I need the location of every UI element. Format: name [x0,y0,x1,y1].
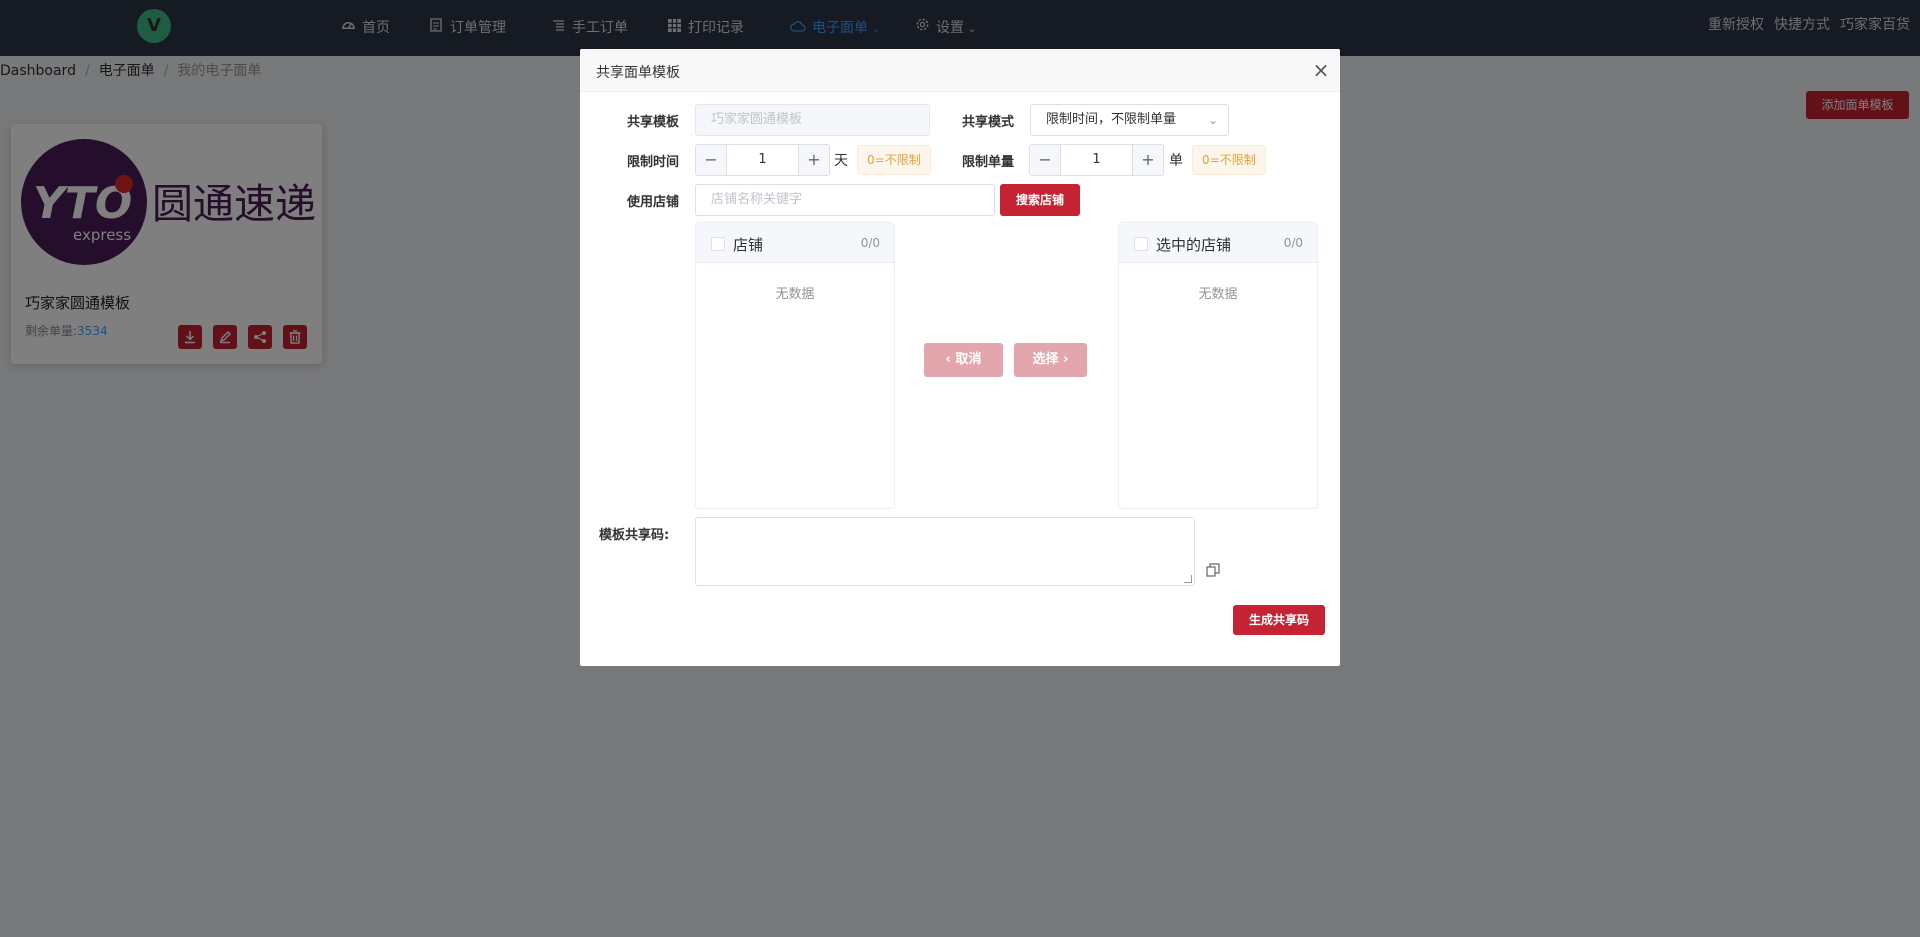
resize-handle[interactable] [1184,575,1192,583]
transfer-select-button[interactable]: 选择 › [1014,343,1087,377]
share-mode-label: 共享模式 [962,115,1015,130]
store-search-input[interactable]: 店铺名称关键字 [695,184,995,216]
selected-store-select-all[interactable] [1134,237,1148,251]
dialog-title: 共享面单模板 [596,65,680,81]
selected-store-panel: 选中的店铺 0/0 无数据 [1118,222,1318,509]
count-limit-unit: 单 [1169,153,1183,169]
selected-store-header: 选中的店铺 0/0 [1119,223,1317,263]
plus-icon[interactable]: + [1132,145,1163,175]
store-list-count: 0/0 [860,236,880,250]
time-limit-stepper[interactable]: − 1 + [695,144,830,176]
store-list-title: 店铺 [733,236,764,254]
time-limit-hint: 0=不限制 [857,145,931,175]
transfer-cancel-button[interactable]: ‹ 取消 [924,343,1003,377]
close-icon[interactable]: × [1310,59,1332,81]
store-list-header: 店铺 0/0 [696,223,894,263]
count-limit-value[interactable]: 1 [1061,145,1132,175]
minus-icon[interactable]: − [696,145,727,175]
transfer-select-label: 选择 [1032,352,1059,367]
count-limit-stepper[interactable]: − 1 + [1029,144,1164,176]
store-list-select-all[interactable] [711,237,725,251]
share-mode-value: 限制时间，不限制单量 [1046,112,1177,127]
store-search-placeholder: 店铺名称关键字 [711,192,803,207]
share-mode-select[interactable]: 限制时间，不限制单量 ⌄ [1030,104,1229,136]
count-limit-label: 限制单量 [962,155,1015,170]
share-template-dialog: 共享面单模板 × 共享模板 巧家家圆通模板 共享模式 限制时间，不限制单量 ⌄ … [580,49,1340,666]
plus-icon[interactable]: + [798,145,829,175]
chevron-down-icon: ⌄ [1207,113,1218,127]
chevron-left-icon: ‹ [945,352,951,367]
time-limit-unit: 天 [834,153,848,169]
time-limit-value[interactable]: 1 [727,145,798,175]
generate-share-code-button[interactable]: 生成共享码 [1233,605,1325,635]
selected-store-empty: 无数据 [1198,287,1238,302]
minus-icon[interactable]: − [1030,145,1061,175]
selected-store-count: 0/0 [1283,236,1303,250]
selected-store-title: 选中的店铺 [1156,236,1232,254]
template-field: 巧家家圆通模板 [695,104,930,136]
transfer-cancel-label: 取消 [955,352,982,367]
store-list-panel: 店铺 0/0 无数据 [695,222,895,509]
copy-icon[interactable] [1206,563,1220,577]
search-store-button[interactable]: 搜索店铺 [1000,184,1080,216]
count-limit-hint: 0=不限制 [1192,145,1266,175]
chevron-right-icon: › [1063,352,1069,367]
time-limit-label: 限制时间 [627,155,680,170]
store-label: 使用店铺 [627,195,680,210]
template-label: 共享模板 [627,115,680,130]
share-code-textarea[interactable] [695,517,1195,586]
dialog-header: 共享面单模板 × [580,49,1340,92]
store-list-empty: 无数据 [775,287,815,302]
share-code-label: 模板共享码: [599,528,670,543]
